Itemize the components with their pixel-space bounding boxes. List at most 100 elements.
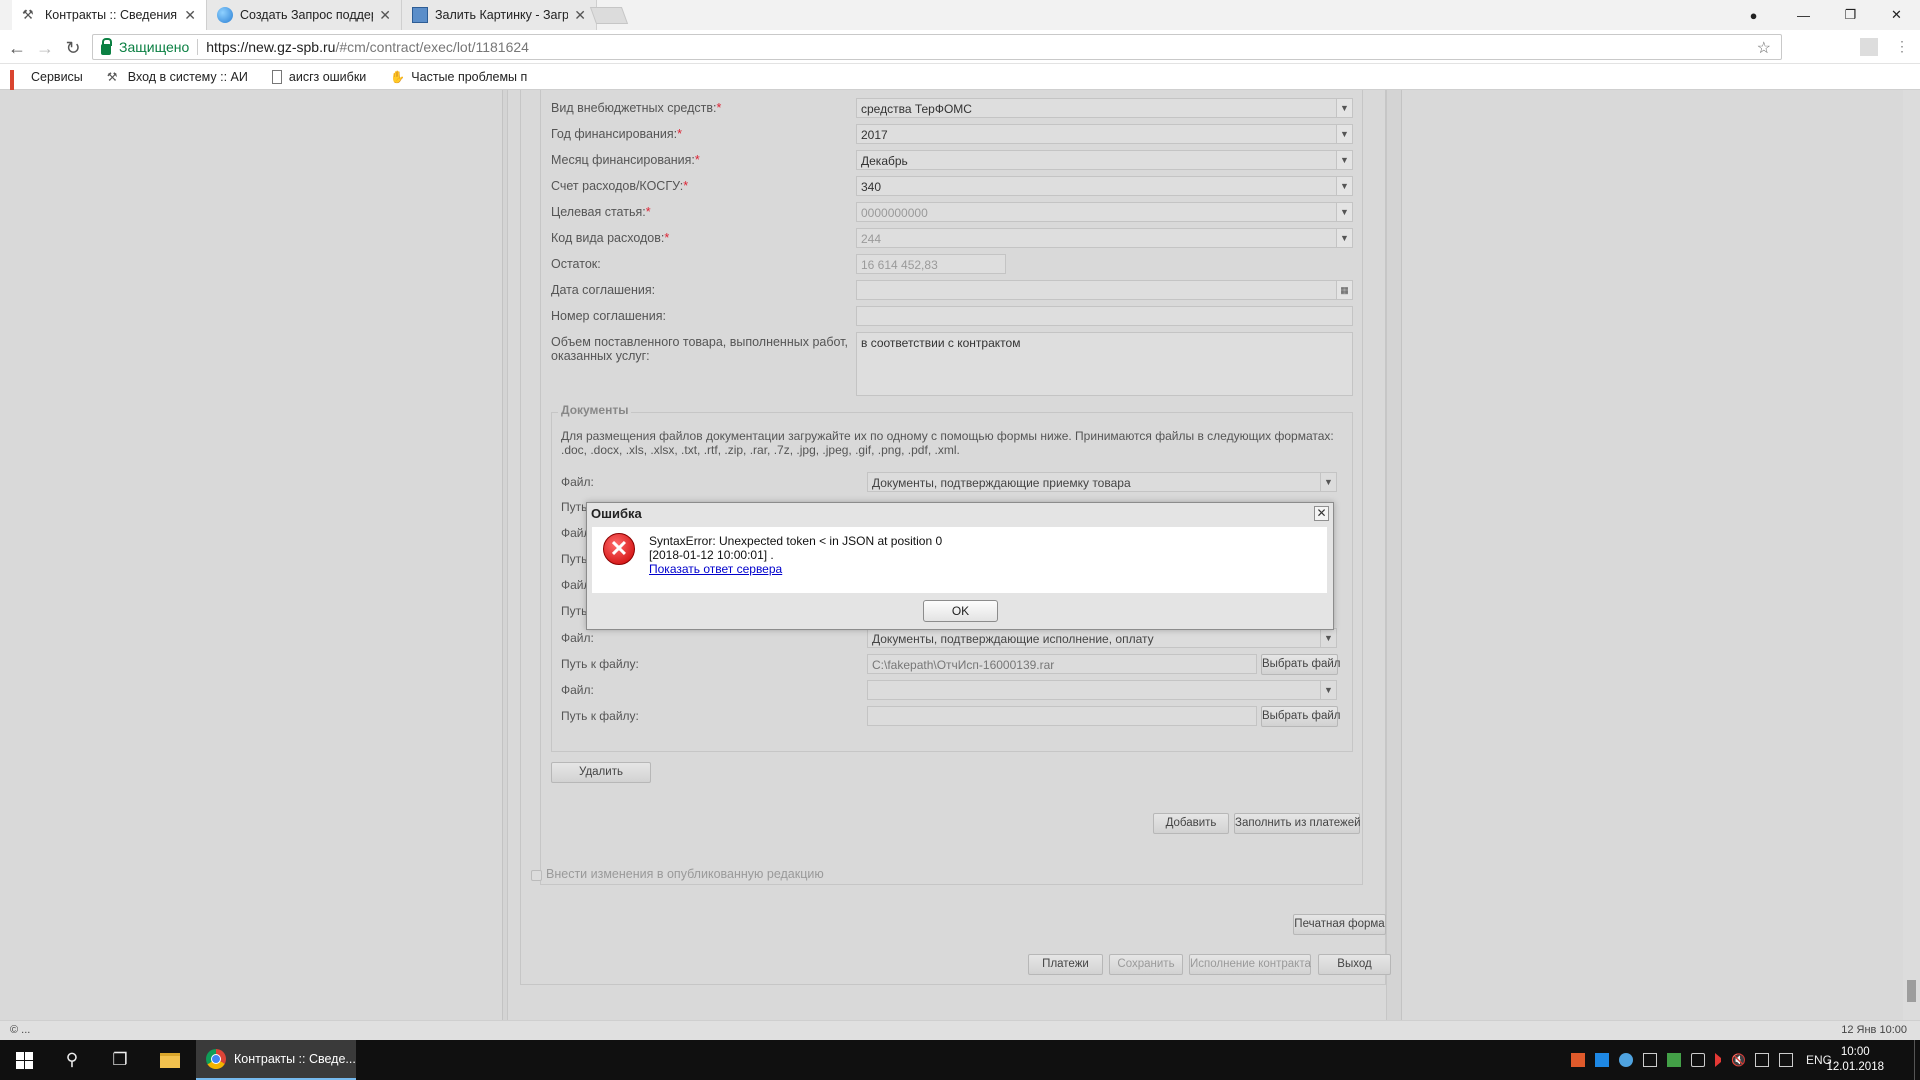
forward-icon[interactable]: → [34,37,56,59]
choose-file-button[interactable]: Выбрать файл [1261,654,1341,675]
close-icon[interactable]: ✕ [1314,506,1329,521]
image-icon [412,7,428,23]
extension-icon[interactable] [1860,38,1878,56]
file-path-field[interactable]: C:\fakepath\ОтчИсп-16000139.rar [867,654,1257,674]
tab-support-request[interactable]: Создать Запрос поддер ✕ [207,0,402,30]
budget-type-select[interactable]: средства ТерФОМС ▼ [856,98,1353,118]
taskbar-app-chrome[interactable]: Контракты :: Сведе... [196,1040,356,1080]
delete-button[interactable]: Удалить [551,762,651,783]
ok-button[interactable]: OK [923,600,998,622]
error-line-1: SyntaxError: Unexpected token < in JSON … [649,534,943,548]
tab-contracts[interactable]: ⚒ Контракты :: Сведения о ✕ [12,0,207,30]
file-label: Файл: [561,475,594,489]
contract-execution-button[interactable]: Исполнение контракта [1189,954,1311,975]
file-explorer-icon[interactable] [146,1040,194,1080]
app-statusbar: © ... 12 Янв 10:00 [0,1020,1920,1040]
url-host: https://new.gz-spb.ru [206,39,336,55]
error-message: SyntaxError: Unexpected token < in JSON … [649,534,942,576]
save-button[interactable]: Сохранить [1109,954,1183,975]
minimize-button[interactable]: — [1780,0,1827,30]
system-tray: 🔇 ENG [1566,1040,1840,1080]
restore-button[interactable]: ❐ [1827,0,1874,30]
address-bar[interactable]: Защищено https://new.gz-spb.ru /#cm/cont… [92,34,1782,60]
file-path-field[interactable] [867,706,1257,726]
task-view-icon[interactable]: ❐ [96,1040,144,1080]
apps-grid-icon [10,69,24,106]
status-datetime: 12 Янв 10:00 [1841,1024,1907,1036]
tab-title: Создать Запрос поддер [240,8,374,22]
tray-app-icon[interactable] [1571,1053,1585,1067]
field-label-agreement-date: Дата соглашения: [551,283,656,297]
agreement-date-field: ▦ [856,280,1353,300]
print-form-button[interactable]: Печатная форма [1293,914,1386,935]
new-tab-button[interactable] [589,7,629,24]
close-icon[interactable]: ✕ [184,7,196,24]
chevron-down-icon[interactable]: ▼ [1320,473,1336,491]
error-icon: ✕ [603,533,635,565]
bookmark-services[interactable]: Сервисы [10,69,83,106]
path-label: Путь [561,604,588,618]
address-divider [197,39,199,55]
bookmark-errors[interactable]: аисгз ошибки [271,69,366,84]
bookmark-label: Частые проблемы п [411,69,528,84]
clock-date: 12.01.2018 [1826,1061,1884,1073]
tab-image-upload[interactable]: Залить Картинку - Загру ✕ [402,0,597,30]
notification-icon[interactable] [1779,1053,1793,1067]
year-select[interactable]: 2017 ▼ [856,124,1353,144]
account-icon[interactable]: ● [1730,0,1777,30]
volume-textarea[interactable]: в соответствии с контрактом [856,332,1353,396]
choose-file-button[interactable]: Выбрать файл [1261,706,1341,727]
dialog-body: ✕ SyntaxError: Unexpected token < in JSO… [592,527,1327,593]
close-window-button[interactable]: ✕ [1873,0,1920,30]
payments-button[interactable]: Платежи [1028,954,1103,975]
back-icon[interactable]: ← [6,37,28,59]
wrench-icon: ⚒ [106,69,118,84]
publish-changes-checkbox[interactable] [531,870,542,881]
dialog-title: Ошибка [591,506,642,521]
taskbar-app-label: Контракты :: Сведе... [234,1052,356,1066]
documents-legend: Документы [558,403,632,417]
field-label-budget-type: Вид внебюджетных средств:* [551,101,722,115]
exit-button[interactable]: Выход [1318,954,1391,975]
taskbar-clock[interactable]: 10:00 12.01.2018 [1826,1045,1884,1075]
kosgu-select[interactable]: 340 ▼ [856,176,1353,196]
close-icon[interactable]: ✕ [574,7,586,24]
bookmark-login[interactable]: ⚒ Вход в систему :: АИ [107,70,248,84]
show-server-response-link[interactable]: Показать ответ сервера [649,562,942,576]
error-line-2: [2018-01-12 10:00:01] . [649,548,774,562]
chevron-down-icon[interactable]: ▼ [1336,125,1352,143]
file-type-select[interactable]: Документы, подтверждающие приемку товара… [867,472,1337,492]
chevron-down-icon[interactable]: ▼ [1336,177,1352,195]
chevron-down-icon[interactable]: ▼ [1336,151,1352,169]
reload-icon[interactable]: ↻ [62,37,84,59]
expense-code-select: 244 ▼ [856,228,1353,248]
show-desktop-button[interactable] [1914,1040,1920,1080]
path-label: Путь [561,552,588,566]
fill-from-payments-button[interactable]: Заполнить из платежей [1234,813,1361,834]
start-button[interactable] [0,1040,48,1080]
chevron-down-icon[interactable]: ▼ [1320,629,1336,647]
search-icon[interactable]: ⚲ [48,1040,96,1080]
network-app-icon[interactable] [1619,1053,1633,1067]
menu-icon[interactable]: ⋮ [1893,38,1911,56]
speaker-muted-icon[interactable]: 🔇 [1731,1053,1746,1067]
file-type-select[interactable]: ▼ [867,680,1337,700]
chevron-down-icon[interactable]: ▼ [1320,681,1336,699]
device-icon[interactable] [1643,1053,1657,1067]
close-icon[interactable]: ✕ [379,7,391,24]
chevron-down-icon[interactable]: ▼ [1336,99,1352,117]
status-left: © ... [10,1024,31,1036]
month-select[interactable]: Декабрь ▼ [856,150,1353,170]
file-type-select[interactable]: Документы, подтверждающие исполнение, оп… [867,628,1337,648]
scrollbar-thumb[interactable] [1907,980,1916,1002]
bookmark-star-icon[interactable]: ☆ [1757,38,1771,58]
usb-icon[interactable] [1691,1053,1705,1067]
bookmark-common-problems[interactable]: ✋ Частые проблемы п [390,70,527,84]
add-button[interactable]: Добавить [1153,813,1229,834]
monitor-icon[interactable] [1755,1053,1769,1067]
windows-icon[interactable] [1595,1053,1609,1067]
flag-icon[interactable] [1715,1053,1721,1067]
publish-changes-label: Внести изменения в опубликованную редакц… [546,867,824,881]
security-icon[interactable] [1667,1053,1681,1067]
page-scrollbar[interactable] [1903,90,1920,1020]
